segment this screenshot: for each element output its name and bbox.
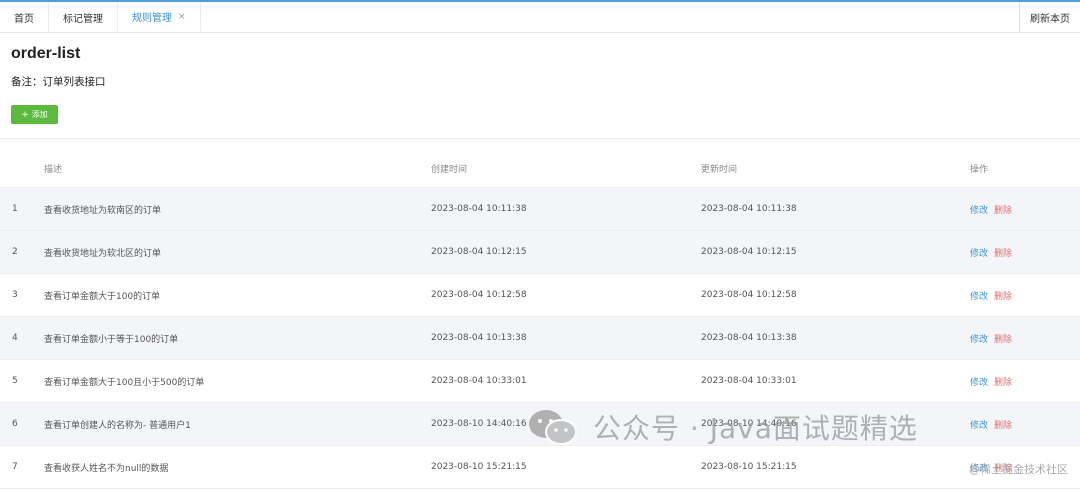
remark-text: 备注：订单列表接口 [11,76,106,88]
watermark-text: 公众号 · Java面试题精选 [593,412,918,445]
edit-link[interactable]: 修改 [970,378,988,388]
tab-label: 标记管理 [63,13,103,25]
row-number: 7 [12,462,18,472]
row-ops: 修改 删除 [970,375,1012,388]
tab-label: 首页 [14,13,34,25]
edit-link[interactable]: 修改 [970,421,988,431]
row-created: 2023-08-04 10:12:15 [431,247,527,257]
row-ops: 修改 删除 [970,246,1012,259]
tab-label: 规则管理 [132,13,172,24]
edit-link[interactable]: 修改 [970,335,988,345]
edit-link[interactable]: 修改 [970,206,988,216]
delete-link[interactable]: 删除 [994,292,1012,302]
row-updated: 2023-08-04 10:12:15 [701,247,797,257]
row-created: 2023-08-04 10:11:38 [431,204,527,214]
add-button-label: 添加 [31,110,48,119]
divider [0,138,1080,139]
header-updated: 更新时间 [701,165,738,175]
row-updated: 2023-08-10 15:21:15 [701,462,797,472]
row-desc: 查看订单金额大于100且小于500的订单 [44,377,205,388]
row-number: 4 [12,333,18,343]
edit-link[interactable]: 修改 [970,249,988,259]
row-updated: 2023-08-04 10:11:38 [701,204,797,214]
add-button[interactable]: + 添加 [11,105,58,124]
watermark: 公众号 · Java面试题精选 [527,407,918,447]
row-desc: 查看订单金额小于等于100的订单 [44,334,179,345]
row-number: 1 [12,204,18,214]
row-created: 2023-08-04 10:13:38 [431,333,527,343]
wechat-icon [529,410,577,445]
row-ops: 修改 删除 [970,418,1012,431]
row-created: 2023-08-04 10:33:01 [431,376,527,386]
row-number: 2 [12,247,18,257]
delete-link[interactable]: 删除 [994,206,1012,216]
row-desc: 查看收货地址为软南区的订单 [44,205,162,216]
tab-mark-management[interactable]: 标记管理 [49,2,118,32]
row-updated: 2023-08-04 10:33:01 [701,376,797,386]
row-created: 2023-08-10 15:21:15 [431,462,527,472]
row-created: 2023-08-04 10:12:58 [431,290,527,300]
row-ops: 修改 删除 [970,289,1012,302]
row-created: 2023-08-10 14:40:16 [431,419,527,429]
row-number: 6 [12,419,18,429]
row-desc: 查看收获人姓名不为null的数据 [44,463,169,474]
row-updated: 2023-08-04 10:12:58 [701,290,797,300]
row-number: 3 [12,290,18,300]
delete-link[interactable]: 删除 [994,335,1012,345]
delete-link[interactable]: 删除 [994,421,1012,431]
delete-link[interactable]: 删除 [994,378,1012,388]
table-row: 7 查看收获人姓名不为null的数据 2023-08-10 15:21:15 2… [0,446,1080,489]
table-row: 4 查看订单金额小于等于100的订单 2023-08-04 10:13:38 2… [0,317,1080,360]
table-row: 2 查看收货地址为软北区的订单 2023-08-04 10:12:15 2023… [0,231,1080,274]
edit-link[interactable]: 修改 [970,292,988,302]
page-title: order-list [11,45,81,62]
row-desc: 查看订单金额大于100的订单 [44,291,161,302]
row-desc: 查看订单创建人的名称为- 普通用户1 [44,420,191,431]
table-row: 5 查看订单金额大于100且小于500的订单 2023-08-04 10:33:… [0,360,1080,403]
tab-rule-management[interactable]: 规则管理 × [118,2,201,32]
header-ops: 操作 [970,165,989,175]
tab-home[interactable]: 首页 [0,2,49,32]
row-ops: 修改 删除 [970,203,1012,216]
plus-icon: + [21,109,29,120]
header-desc: 描述 [44,165,63,175]
row-number: 5 [12,376,18,386]
row-desc: 查看收货地址为软北区的订单 [44,248,162,259]
close-icon[interactable]: × [178,12,186,22]
table-row: 3 查看订单金额大于100的订单 2023-08-04 10:12:58 202… [0,274,1080,317]
table-header-row: 描述 创建时间 更新时间 操作 [0,150,1080,188]
header-created: 创建时间 [431,165,468,175]
delete-link[interactable]: 删除 [994,249,1012,259]
row-updated: 2023-08-04 10:13:38 [701,333,797,343]
row-ops: 修改 删除 [970,332,1012,345]
tab-bar: 首页 标记管理 规则管理 × 刷新本页 [0,2,1080,33]
refresh-page-button[interactable]: 刷新本页 [1019,2,1080,32]
watermark-source: @稀土掘金技术社区 [969,463,1068,476]
table-row: 1 查看收货地址为软南区的订单 2023-08-04 10:11:38 2023… [0,188,1080,231]
